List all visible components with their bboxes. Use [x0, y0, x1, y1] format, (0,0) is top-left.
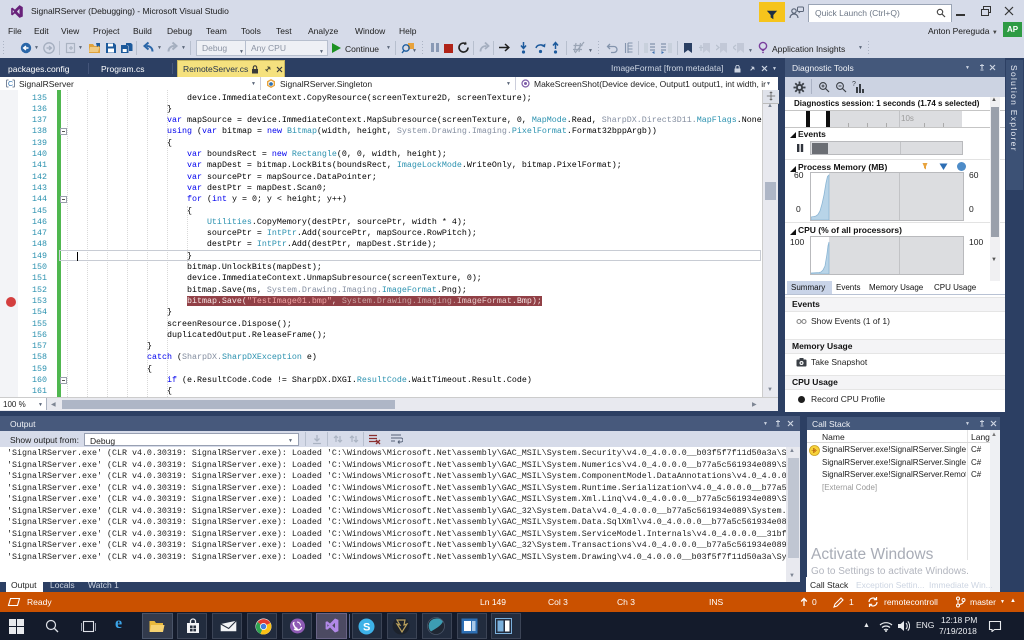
- svg-text:?: ?: [852, 81, 856, 88]
- svg-text:S: S: [363, 622, 370, 634]
- svg-text:C: C: [8, 81, 13, 88]
